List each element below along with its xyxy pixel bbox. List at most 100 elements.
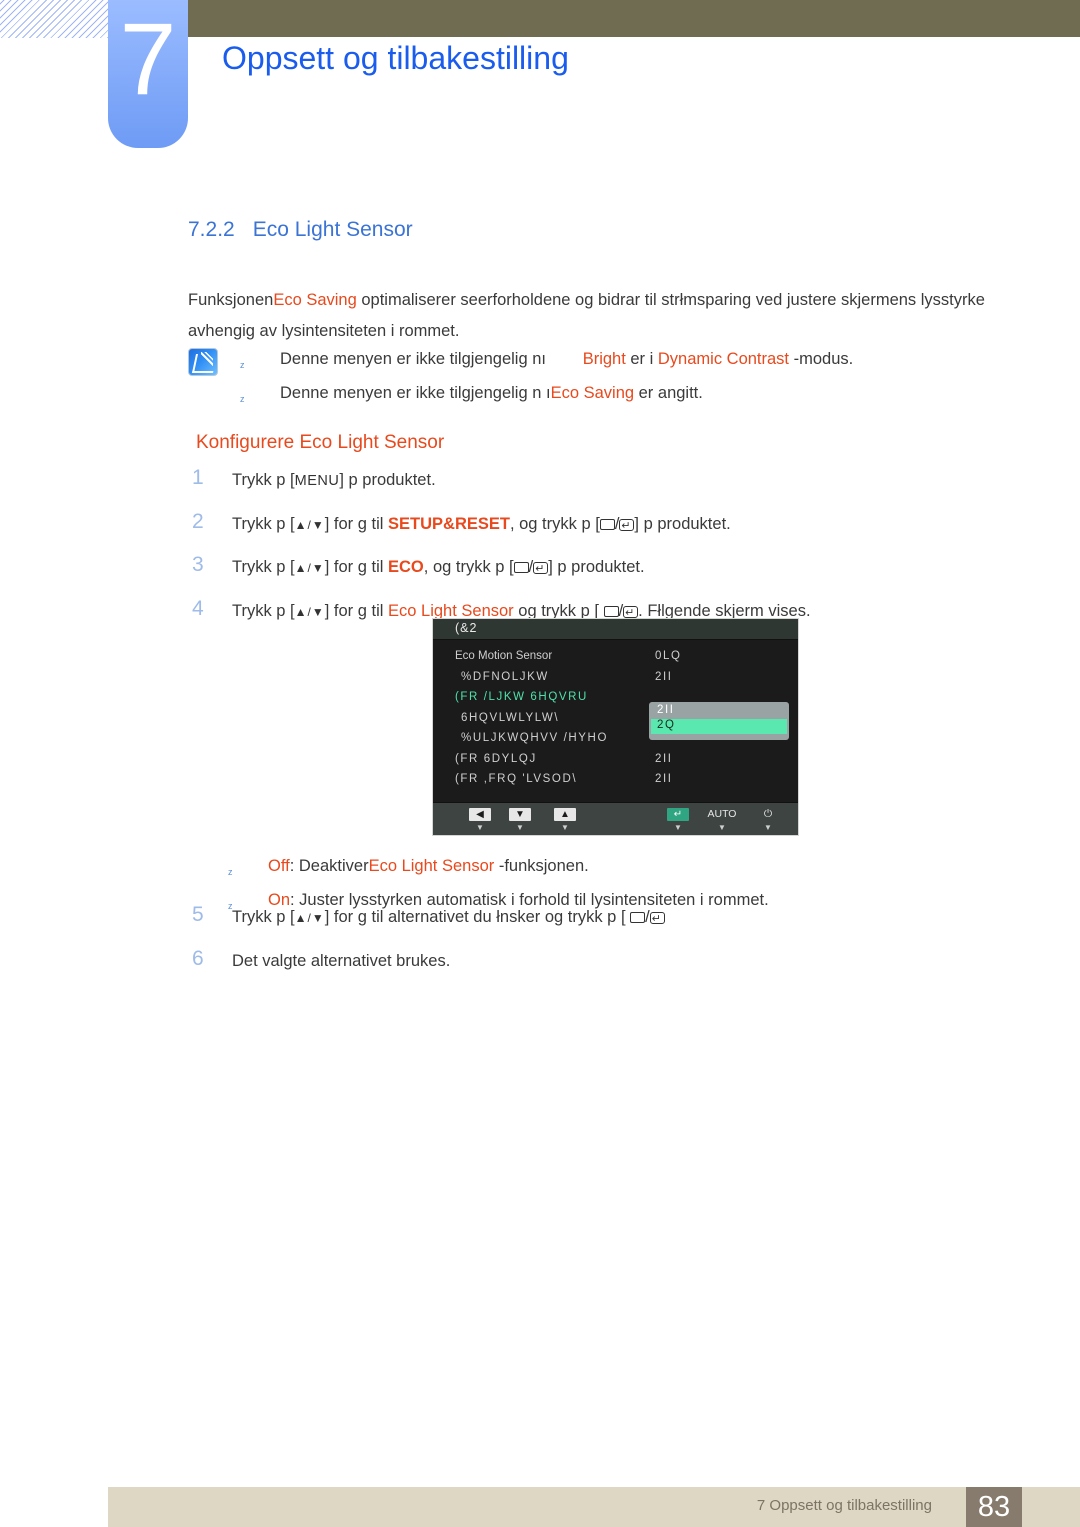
osd-value: 0LQ	[655, 650, 682, 662]
section-number: 7.2.2	[188, 218, 235, 241]
button-tick-icon: ▼	[718, 823, 726, 832]
note-item: z Denne menyen er ikke tilgjengelig nı Br…	[188, 345, 1018, 379]
step-text-d: ] p produktet.	[548, 558, 645, 576]
osd-button-down[interactable]: ▼ ▼	[503, 808, 537, 833]
note-text-after: -modus.	[789, 350, 854, 368]
enter-key-icon	[619, 514, 635, 539]
step-number: 2	[192, 509, 204, 533]
step-item: 1 Trykk p [MENU] p produktet.	[188, 466, 1028, 502]
osd-screenshot: (&2 Eco Motion Sensor 0LQ %DFNOLJKW 2II …	[432, 618, 799, 836]
updown-arrow-keys-icon: ▲/▼	[294, 561, 325, 575]
button-tick-icon: ▼	[561, 823, 569, 832]
step-number: 3	[192, 553, 204, 576]
source-key-icon	[630, 912, 646, 923]
intro-keyword-eco-saving: Eco Saving	[273, 290, 357, 309]
button-tick-icon: ▼	[476, 823, 484, 832]
step-number: 5	[192, 903, 204, 926]
button-tick-icon: ▼	[674, 823, 682, 832]
step-text-d: . Fłlgende skjerm vises.	[638, 601, 811, 620]
osd-row-backlight[interactable]: %DFNOLJKW 2II	[433, 669, 798, 690]
hatch-decoration	[0, 0, 108, 38]
note-mid-text: er i	[625, 350, 658, 368]
enter-key-icon	[533, 557, 549, 582]
osd-button-bar: ◀ ▼ ▼ ▼ ▲ ▼ ↵ ▼ AUTO ▼ ⏻ ▼	[433, 802, 798, 835]
section-heading: 7.2.2 Eco Light Sensor	[188, 218, 413, 242]
note-keyword-bright: Bright	[582, 350, 626, 368]
step-text-a: Trykk p [	[232, 471, 295, 489]
chapter-title: Oppsett og tilbakestilling	[222, 40, 569, 76]
step-text-a: Trykk p [	[232, 601, 295, 620]
osd-option-off[interactable]: 2II	[651, 704, 787, 719]
note-gap	[546, 350, 583, 368]
step-keyword-eco-light-sensor: Eco Light Sensor	[388, 601, 514, 620]
note-bullet-icon: z	[240, 394, 245, 404]
source-key-icon	[603, 605, 619, 617]
intro-paragraph: FunksjonenEco Saving optimaliserer seerf…	[188, 285, 1016, 347]
osd-button-up[interactable]: ▲ ▼	[548, 808, 582, 833]
step-text-a: Trykk p [	[232, 514, 295, 533]
osd-label: (FR /LJKW 6HQVRU	[455, 691, 588, 703]
header-olive-bar	[180, 0, 1080, 37]
step-item: 6 Det valgte alternativet brukes.	[188, 946, 1028, 983]
osd-label: %DFNOLJKW	[461, 670, 549, 683]
note-text-before: Denne menyen er ikke tilgjengelig nı	[280, 350, 546, 368]
step-keyword-setup-reset: SETUP&RESET	[388, 514, 510, 533]
osd-button-enter[interactable]: ↵ ▼	[661, 808, 695, 833]
down-arrow-icon: ▼	[509, 808, 531, 821]
osd-row-eco-motion-sensor[interactable]: Eco Motion Sensor 0LQ	[433, 648, 798, 669]
note-keyword-eco-saving: Eco Saving	[550, 384, 635, 402]
step-item: 3 Trykk p [▲/▼] for g til ECO, og trykk p…	[188, 553, 1028, 589]
footer-text: 7 Oppsett og tilbakestilling	[756, 1497, 932, 1514]
button-tick-icon: ▼	[516, 823, 524, 832]
osd-menu-body: Eco Motion Sensor 0LQ %DFNOLJKW 2II (FR …	[433, 640, 798, 803]
source-key-icon	[599, 518, 615, 530]
option-keyword-off: Off	[268, 857, 290, 875]
note-item: z Denne menyen er ikke tilgjengelig n ıEc…	[188, 379, 1018, 413]
step-text-b: ] for g til	[324, 558, 389, 576]
step-number: 6	[192, 946, 204, 970]
option-item-off: z Off: DeaktiverEco Light Sensor -funksjo…	[224, 852, 1024, 886]
osd-button-auto[interactable]: AUTO ▼	[705, 808, 739, 833]
osd-title: (&2	[433, 619, 798, 640]
step-text-b: ] for g til alternativet du łnsker og tr…	[324, 908, 631, 926]
left-arrow-icon: ◀	[469, 808, 491, 821]
osd-button-power[interactable]: ⏻ ▼	[751, 808, 785, 833]
osd-row-eco-saving[interactable]: (FR 6DYLQJ 2II	[433, 751, 798, 772]
option-keyword-eco-light-sensor: Eco Light Sensor	[368, 857, 495, 875]
osd-button-left[interactable]: ◀ ▼	[463, 808, 497, 833]
chapter-number-badge: 7	[108, 0, 188, 148]
osd-option-on[interactable]: 2Q	[651, 719, 787, 734]
step-number: 1	[192, 466, 204, 489]
step-text-a: Trykk p [	[232, 558, 295, 576]
step-text-b: ] for g til	[324, 514, 389, 533]
updown-arrow-keys-icon: ▲/▼	[294, 911, 325, 925]
enter-key-icon	[649, 907, 665, 932]
step-keyword-eco: ECO	[388, 558, 424, 576]
step-text-d: ] p produktet.	[634, 514, 731, 533]
osd-value: 2II	[655, 773, 673, 785]
step-text-a: Det valgte alternativet brukes.	[232, 951, 451, 970]
button-tick-icon: ▼	[764, 823, 772, 832]
osd-label: (FR ,FRQ 'LVSOD\	[455, 773, 578, 785]
updown-arrow-keys-icon: ▲/▼	[294, 517, 325, 532]
auto-label: AUTO	[707, 808, 737, 820]
note-keyword-dynamic-contrast: Dynamic Contrast	[657, 350, 790, 368]
osd-label: Eco Motion Sensor	[455, 650, 553, 662]
step-text-a: Trykk p [	[232, 908, 295, 926]
osd-label: (FR 6DYLQJ	[455, 752, 537, 765]
enter-key-icon	[623, 601, 639, 626]
page-header: 7 Oppsett og tilbakestilling	[0, 0, 1080, 160]
up-arrow-icon: ▲	[554, 808, 576, 821]
step-text-b: ] for g til	[324, 601, 389, 620]
osd-label: 6HQVLWLYLW\	[461, 711, 560, 724]
note-text-after: er angitt.	[634, 384, 703, 402]
intro-text-before: Funksjonen	[188, 290, 274, 309]
note-text-before: Denne menyen er ikke tilgjengelig n ı	[280, 384, 551, 402]
osd-option-popup: 2II 2Q	[649, 702, 789, 740]
updown-arrow-keys-icon: ▲/▼	[294, 604, 325, 619]
step-text-b: ] p produktet.	[339, 471, 436, 489]
enter-key-icon: ↵	[667, 808, 689, 821]
page-footer: 7 Oppsett og tilbakestilling 83	[0, 1460, 1080, 1527]
source-key-icon	[513, 562, 529, 573]
osd-row-eco-icon-display[interactable]: (FR ,FRQ 'LVSOD\ 2II	[433, 771, 798, 792]
